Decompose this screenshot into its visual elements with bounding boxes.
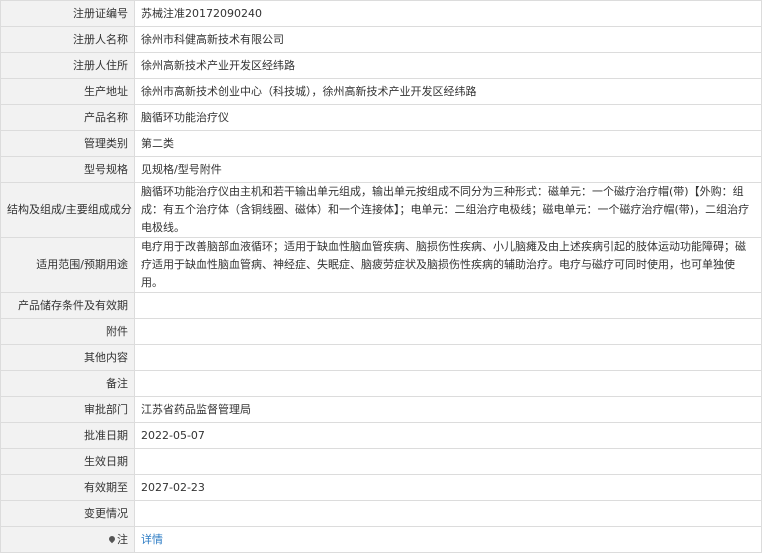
row-management-category: 管理类别 第二类 — [0, 130, 762, 157]
field-value: 苏械注准20172090240 — [134, 0, 762, 27]
note-value-cell: 详情 — [134, 526, 762, 553]
field-label: 生效日期 — [0, 448, 135, 475]
field-value: 见规格/型号附件 — [134, 156, 762, 183]
row-other-content: 其他内容 — [0, 344, 762, 371]
details-link[interactable]: 详情 — [141, 533, 163, 546]
field-value — [134, 448, 762, 475]
registration-table: 注册证编号 苏械注准20172090240 注册人名称 徐州市科健高新技术有限公… — [0, 0, 762, 553]
field-label: 变更情况 — [0, 500, 135, 527]
row-scope-intended-use: 适用范围/预期用途 电疗用于改善脑部血液循环；适用于缺血性脑血管疾病、脑损伤性疾… — [0, 237, 762, 293]
field-label: 有效期至 — [0, 474, 135, 501]
field-value — [134, 318, 762, 345]
row-remarks: 备注 — [0, 370, 762, 397]
field-value: 2022-05-07 — [134, 422, 762, 449]
row-storage-validity: 产品储存条件及有效期 — [0, 292, 762, 319]
row-approval-department: 审批部门 江苏省药品监督管理局 — [0, 396, 762, 423]
row-structure-composition: 结构及组成/主要组成成分 脑循环功能治疗仪由主机和若干输出单元组成，输出单元按组… — [0, 182, 762, 238]
field-value — [134, 292, 762, 319]
row-registrant-address: 注册人住所 徐州高新技术产业开发区经纬路 — [0, 52, 762, 79]
row-change-status: 变更情况 — [0, 500, 762, 527]
field-label: 产品名称 — [0, 104, 135, 131]
field-label: 注册人名称 — [0, 26, 135, 53]
field-value: 脑循环功能治疗仪由主机和若干输出单元组成，输出单元按组成不同分为三种形式：磁单元… — [134, 182, 762, 238]
field-label: 其他内容 — [0, 344, 135, 371]
row-attachment: 附件 — [0, 318, 762, 345]
field-label: 注册证编号 — [0, 0, 135, 27]
row-registrant-name: 注册人名称 徐州市科健高新技术有限公司 — [0, 26, 762, 53]
field-label: 备注 — [0, 370, 135, 397]
field-value: 徐州市高新技术创业中心（科技城），徐州高新技术产业开发区经纬路 — [134, 78, 762, 105]
row-model-spec: 型号规格 见规格/型号附件 — [0, 156, 762, 183]
row-registration-number: 注册证编号 苏械注准20172090240 — [0, 0, 762, 27]
field-label: 批准日期 — [0, 422, 135, 449]
row-note: 注 详情 — [0, 526, 762, 553]
field-value: 徐州高新技术产业开发区经纬路 — [134, 52, 762, 79]
row-valid-until: 有效期至 2027-02-23 — [0, 474, 762, 501]
note-label-cell: 注 — [0, 526, 135, 553]
field-value — [134, 370, 762, 397]
field-value — [134, 344, 762, 371]
field-value — [134, 500, 762, 527]
note-label: 注 — [117, 532, 128, 546]
field-value: 第二类 — [134, 130, 762, 157]
field-label: 型号规格 — [0, 156, 135, 183]
field-value: 徐州市科健高新技术有限公司 — [134, 26, 762, 53]
field-value: 脑循环功能治疗仪 — [134, 104, 762, 131]
row-effective-date: 生效日期 — [0, 448, 762, 475]
field-label: 生产地址 — [0, 78, 135, 105]
field-label: 附件 — [0, 318, 135, 345]
field-label: 注册人住所 — [0, 52, 135, 79]
field-value: 电疗用于改善脑部血液循环；适用于缺血性脑血管疾病、脑损伤性疾病、小儿脑瘫及由上述… — [134, 237, 762, 293]
field-value: 2027-02-23 — [134, 474, 762, 501]
field-label: 管理类别 — [0, 130, 135, 157]
field-value: 江苏省药品监督管理局 — [134, 396, 762, 423]
row-production-address: 生产地址 徐州市高新技术创业中心（科技城），徐州高新技术产业开发区经纬路 — [0, 78, 762, 105]
row-approval-date: 批准日期 2022-05-07 — [0, 422, 762, 449]
field-label: 审批部门 — [0, 396, 135, 423]
field-label: 适用范围/预期用途 — [0, 237, 135, 293]
row-product-name: 产品名称 脑循环功能治疗仪 — [0, 104, 762, 131]
field-label: 结构及组成/主要组成成分 — [0, 182, 135, 238]
field-label: 产品储存条件及有效期 — [0, 292, 135, 319]
